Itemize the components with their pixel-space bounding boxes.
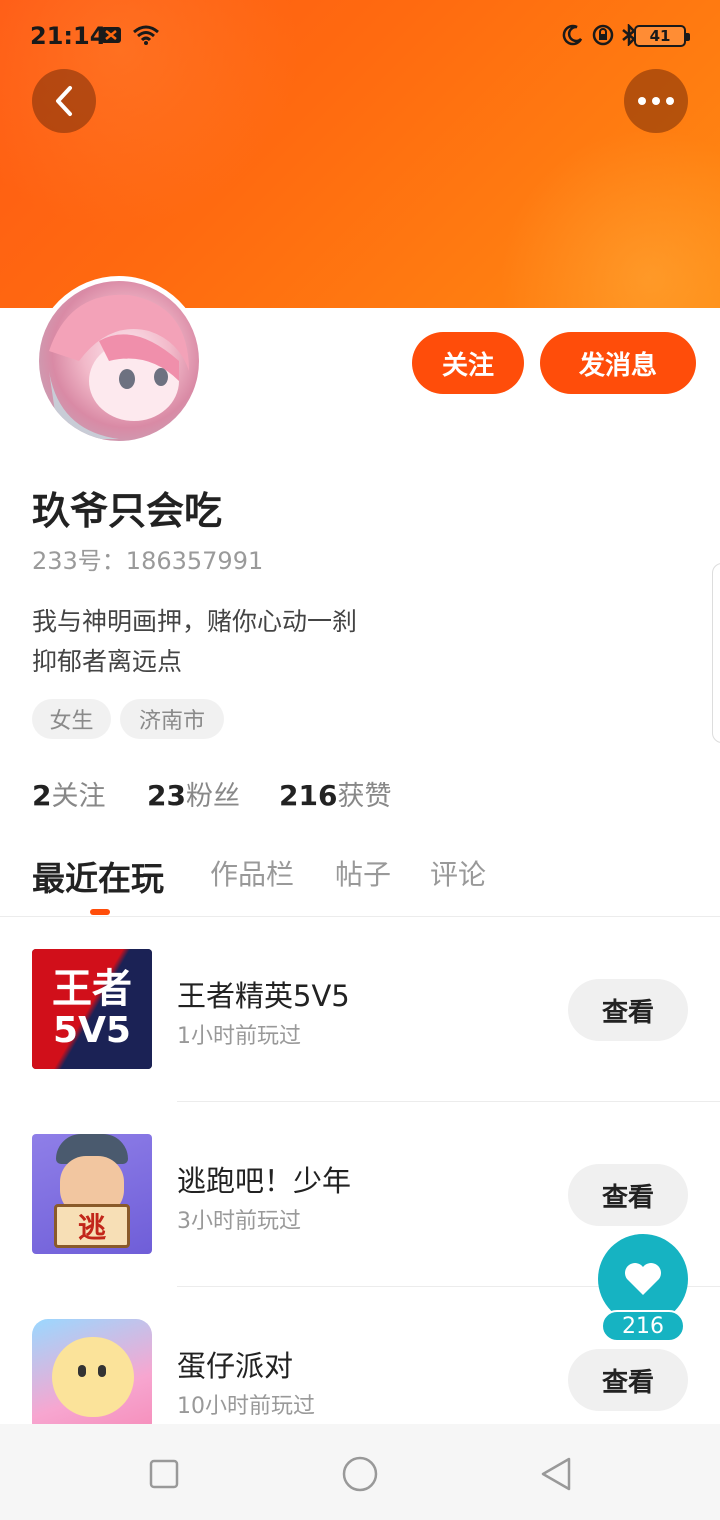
likes-count: 216 xyxy=(279,779,338,812)
game-name: 王者精英5V5 xyxy=(177,979,350,1013)
heart-icon xyxy=(623,1261,663,1297)
game-icon xyxy=(32,1319,152,1439)
profile-bio: 我与神明画押，赌你心动一刹 抑郁者离远点 xyxy=(32,602,357,682)
tab-works[interactable]: 作品栏 xyxy=(210,853,294,893)
following-count: 2 xyxy=(32,779,52,812)
more-button[interactable] xyxy=(624,69,688,133)
view-button[interactable]: 查看 xyxy=(568,979,688,1041)
square-icon xyxy=(148,1458,180,1490)
status-time: 21:14 xyxy=(30,22,107,50)
avatar-image xyxy=(39,281,199,441)
rotation-lock-icon xyxy=(592,24,614,46)
followers-count: 23 xyxy=(147,779,186,812)
view-button[interactable]: 查看 xyxy=(568,1349,688,1411)
moon-icon xyxy=(562,24,584,46)
game-name: 逃跑吧！少年 xyxy=(177,1164,352,1198)
banner-decoration xyxy=(500,128,720,308)
side-drawer-handle[interactable] xyxy=(712,563,720,743)
view-button[interactable]: 查看 xyxy=(568,1164,688,1226)
wifi-icon xyxy=(132,24,160,46)
status-bar: 21:14 41 xyxy=(0,0,720,72)
follow-button[interactable]: 关注 xyxy=(412,332,524,394)
profile-id: 233号：186357991 xyxy=(32,547,264,575)
avatar[interactable] xyxy=(34,276,204,446)
back-nav-button[interactable] xyxy=(536,1454,576,1494)
chevron-left-icon xyxy=(50,85,78,117)
game-icon-text: 逃 xyxy=(77,1211,106,1244)
list-item[interactable]: 王者 5V5 王者精英5V5 1小时前玩过 查看 xyxy=(0,917,720,1102)
game-last-played: 1小时前玩过 xyxy=(177,1024,301,1049)
recent-apps-button[interactable] xyxy=(144,1454,184,1494)
game-icon: 王者 5V5 xyxy=(32,949,152,1069)
tab-comments[interactable]: 评论 xyxy=(430,853,486,893)
tag-gender: 女生 xyxy=(32,699,111,739)
bio-line: 我与神明画押，赌你心动一刹 xyxy=(32,607,358,636)
home-button[interactable] xyxy=(340,1454,380,1494)
likes-stat: 216 获赞 xyxy=(279,774,391,813)
battery-level: 41 xyxy=(649,27,671,45)
tab-posts[interactable]: 帖子 xyxy=(335,853,391,893)
send-message-button[interactable]: 发消息 xyxy=(540,332,696,394)
back-button[interactable] xyxy=(32,69,96,133)
circle-icon xyxy=(341,1455,379,1493)
active-tab-indicator xyxy=(90,909,110,915)
followers-stat[interactable]: 23 粉丝 xyxy=(147,774,240,813)
game-icon: 逃 xyxy=(32,1134,152,1254)
tag-city: 济南市 xyxy=(120,699,224,739)
likes-label: 获赞 xyxy=(337,781,392,812)
game-last-played: 3小时前玩过 xyxy=(177,1209,301,1234)
game-icon-text: 5V5 xyxy=(53,1010,131,1051)
tab-recently-played[interactable]: 最近在玩 xyxy=(32,852,164,900)
notification-icon xyxy=(100,24,122,46)
like-count-badge: 216 xyxy=(601,1310,685,1342)
game-name: 蛋仔派对 xyxy=(177,1349,294,1383)
game-last-played: 10小时前玩过 xyxy=(177,1394,315,1419)
following-stat[interactable]: 2 关注 xyxy=(32,774,105,813)
triangle-back-icon xyxy=(539,1456,573,1492)
battery-indicator: 41 xyxy=(634,25,690,47)
game-icon-text: 王者 xyxy=(52,966,132,1012)
followers-label: 粉丝 xyxy=(185,781,240,812)
following-label: 关注 xyxy=(51,781,106,812)
profile-name: 玖爷只会吃 xyxy=(32,489,223,533)
system-nav-bar xyxy=(0,1424,720,1520)
more-dots-icon xyxy=(638,97,674,105)
bio-line: 抑郁者离远点 xyxy=(32,647,183,676)
